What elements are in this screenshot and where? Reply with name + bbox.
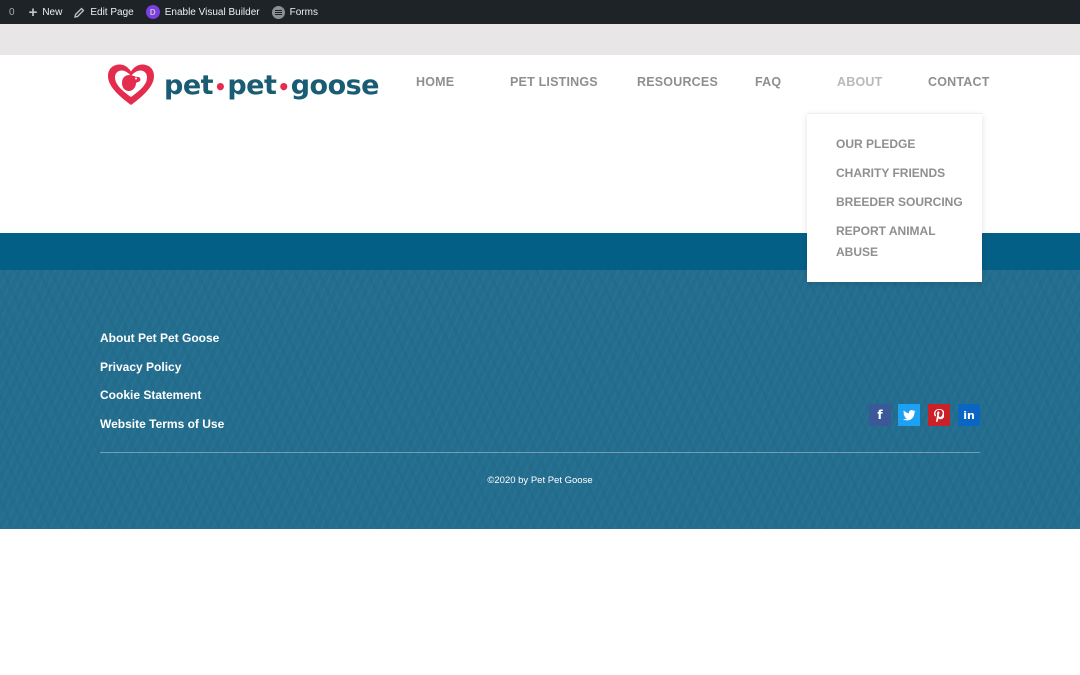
nav-item-contact[interactable]: CONTACT [928, 75, 990, 89]
copyright-text: ©2020 by Pet Pet Goose [487, 475, 593, 486]
footer-link-cookie[interactable]: Cookie Statement [100, 388, 201, 402]
footer-link-about[interactable]: About Pet Pet Goose [100, 331, 219, 345]
forms-icon [271, 5, 285, 19]
nav-item-faq[interactable]: FAQ [755, 75, 781, 89]
about-dropdown-menu: OUR PLEDGE CHARITY FRIENDS BREEDER SOURC… [807, 113, 982, 282]
forms-label: Forms [289, 6, 318, 18]
wp-admin-bar: 0 + New Edit Page D Enable Visual Builde… [0, 0, 1080, 24]
site-footer: About Pet Pet Goose Privacy Policy Cooki… [0, 270, 1080, 529]
edit-page-button[interactable]: Edit Page [68, 0, 139, 24]
nav-item-about[interactable]: ABOUT [837, 75, 882, 89]
divi-icon: D [145, 5, 160, 19]
top-spacer [0, 24, 1080, 55]
footer-link-terms[interactable]: Website Terms of Use [100, 417, 224, 431]
new-button[interactable]: + New [23, 0, 69, 24]
comments-count[interactable]: 0 [0, 0, 23, 24]
forms-button[interactable]: Forms [266, 0, 324, 24]
nav-item-resources[interactable]: RESOURCES [637, 75, 718, 89]
footer-link-privacy[interactable]: Privacy Policy [100, 360, 181, 374]
edit-page-label: Edit Page [90, 6, 134, 18]
linkedin-icon[interactable]: in [958, 404, 980, 426]
new-label: New [42, 6, 63, 18]
dropdown-item-report-animal-abuse[interactable]: REPORT ANIMAL ABUSE [836, 221, 966, 263]
facebook-icon[interactable]: f [869, 404, 891, 426]
main-nav: HOME PET LISTINGS RESOURCES FAQ ABOUT CO… [0, 75, 1080, 93]
pinterest-icon[interactable] [928, 404, 950, 426]
nav-item-pet-listings[interactable]: PET LISTINGS [510, 75, 598, 89]
dropdown-item-breeder-sourcing[interactable]: BREEDER SOURCING [836, 192, 966, 213]
plus-icon: + [28, 3, 38, 21]
enable-visual-builder-button[interactable]: D Enable Visual Builder [140, 0, 266, 24]
pencil-icon [74, 7, 85, 18]
dropdown-item-our-pledge[interactable]: OUR PLEDGE [836, 134, 966, 155]
dropdown-item-charity-friends[interactable]: CHARITY FRIENDS [836, 163, 966, 184]
footer-divider [100, 452, 980, 453]
visual-builder-label: Enable Visual Builder [164, 6, 260, 18]
nav-item-home[interactable]: HOME [416, 75, 454, 89]
twitter-icon[interactable] [898, 404, 920, 426]
